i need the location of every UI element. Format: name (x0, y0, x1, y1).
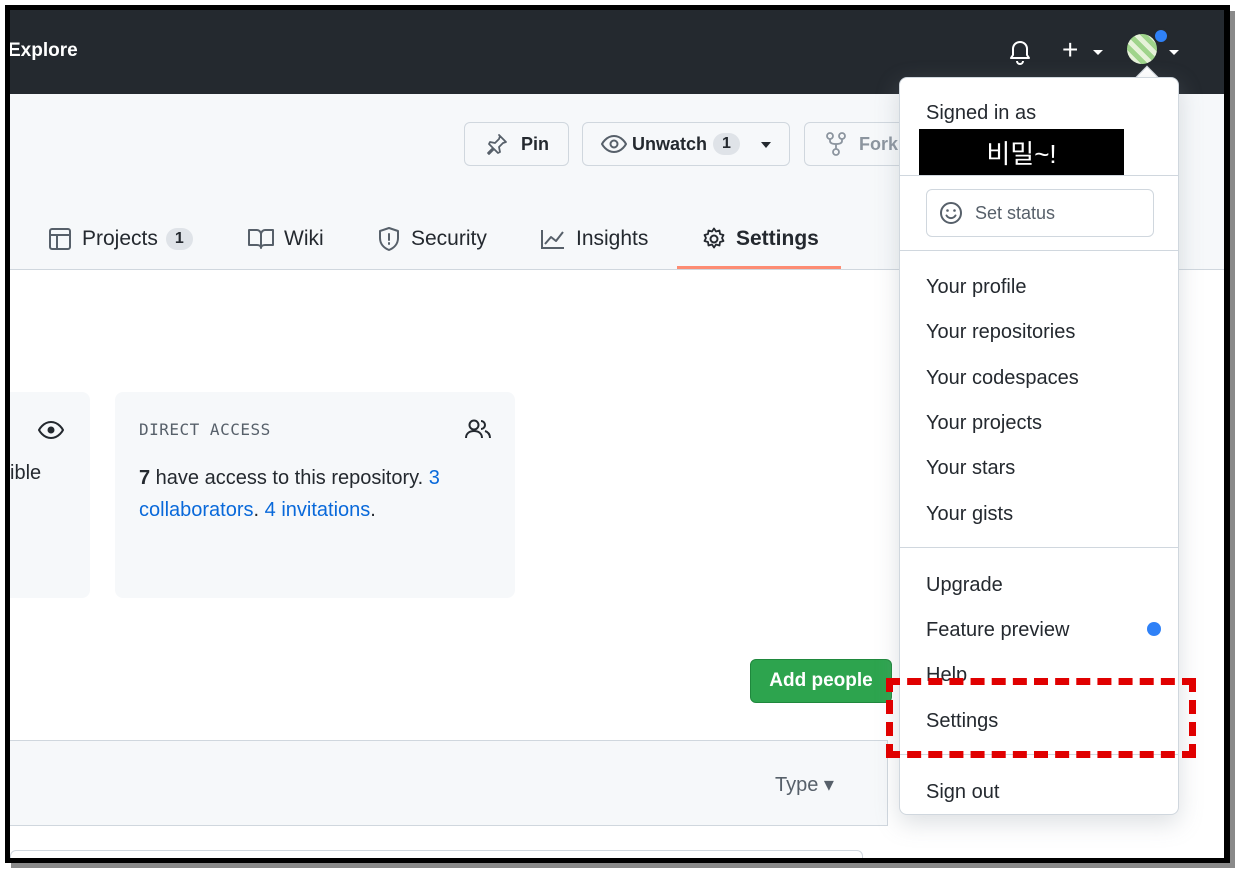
tab-insights-label: Insights (576, 227, 649, 250)
screenshot-frame: Explore + Pin Unwatch 1 Fork Projects 1 … (5, 5, 1230, 863)
projects-count-badge: 1 (165, 228, 193, 250)
direct-access-body: 7 have access to this repository. 3 coll… (139, 462, 479, 526)
shield-icon (379, 227, 399, 251)
frame-shadow-right (1230, 11, 1235, 868)
avatar-notification-dot (1153, 28, 1169, 44)
direct-access-card: DIRECT ACCESS 7 have access to this repo… (115, 392, 515, 598)
fork-icon (826, 132, 846, 156)
username-redacted: 비밀~! (919, 129, 1124, 176)
visibility-text: ible (10, 462, 42, 484)
menu-upgrade[interactable]: Upgrade (926, 574, 1003, 597)
fork-label: Fork (859, 133, 899, 154)
tab-insights[interactable]: Insights (540, 214, 648, 264)
tab-projects[interactable]: Projects 1 (48, 214, 193, 264)
tab-projects-label: Projects (82, 227, 158, 250)
notifications-bell-icon[interactable] (1008, 40, 1032, 66)
smiley-icon (940, 202, 962, 224)
dropdown-divider (900, 547, 1178, 548)
people-icon (465, 419, 491, 439)
menu-feature-preview[interactable]: Feature preview (926, 619, 1069, 642)
feature-preview-dot (1147, 622, 1161, 636)
access-text: have access to this repository. (150, 467, 429, 489)
tab-security[interactable]: Security (377, 214, 487, 264)
tab-settings[interactable]: Settings (702, 214, 819, 264)
book-icon (248, 229, 274, 249)
dropdown-divider (900, 250, 1178, 251)
menu-your-gists[interactable]: Your gists (926, 503, 1013, 526)
type-filter-dropdown[interactable]: Type ▾ (775, 772, 834, 797)
tab-settings-label: Settings (736, 227, 819, 250)
menu-your-stars[interactable]: Your stars (926, 457, 1015, 480)
menu-your-profile[interactable]: Your profile (926, 276, 1026, 299)
tab-wiki[interactable]: Wiki (248, 214, 324, 264)
access-table-row (10, 850, 863, 858)
graph-icon (541, 230, 564, 249)
menu-your-projects[interactable]: Your projects (926, 412, 1042, 435)
separator-period: . (253, 499, 265, 521)
settings-highlight-box (886, 678, 1196, 758)
project-table-icon (49, 228, 71, 250)
gear-icon (703, 227, 725, 249)
end-period: . (370, 499, 376, 521)
watch-count-badge: 1 (713, 133, 740, 155)
menu-your-codespaces[interactable]: Your codespaces (926, 367, 1079, 390)
pin-button[interactable]: Pin (464, 122, 569, 166)
explore-link[interactable]: Explore (10, 40, 78, 62)
unwatch-label: Unwatch (632, 133, 708, 154)
add-people-button[interactable]: Add people (750, 659, 892, 703)
active-tab-underline (677, 266, 841, 269)
unwatch-caret-icon[interactable] (761, 142, 771, 148)
eye-icon (38, 420, 64, 440)
tab-security-label: Security (411, 227, 487, 250)
eye-icon (601, 134, 627, 154)
pin-label: Pin (521, 133, 550, 154)
direct-access-title: DIRECT ACCESS (139, 420, 271, 439)
user-menu-caret-icon[interactable] (1169, 50, 1179, 55)
create-new-caret-icon[interactable] (1093, 50, 1103, 55)
menu-sign-out[interactable]: Sign out (926, 781, 999, 804)
visibility-card: ible (10, 392, 90, 598)
access-table-header (10, 740, 888, 826)
signed-in-label: Signed in as (926, 102, 1037, 124)
create-new-plus-icon[interactable]: + (1062, 36, 1078, 64)
access-count: 7 (139, 467, 151, 489)
unwatch-button[interactable]: Unwatch 1 (582, 122, 790, 166)
dropdown-divider (900, 175, 1178, 176)
set-status-label: Set status (975, 202, 1056, 223)
set-status-button[interactable]: Set status (926, 189, 1154, 237)
menu-your-repositories[interactable]: Your repositories (926, 321, 1075, 344)
tab-wiki-label: Wiki (284, 227, 324, 250)
invitations-link[interactable]: 4 invitations (265, 499, 371, 521)
pin-icon (487, 134, 507, 155)
